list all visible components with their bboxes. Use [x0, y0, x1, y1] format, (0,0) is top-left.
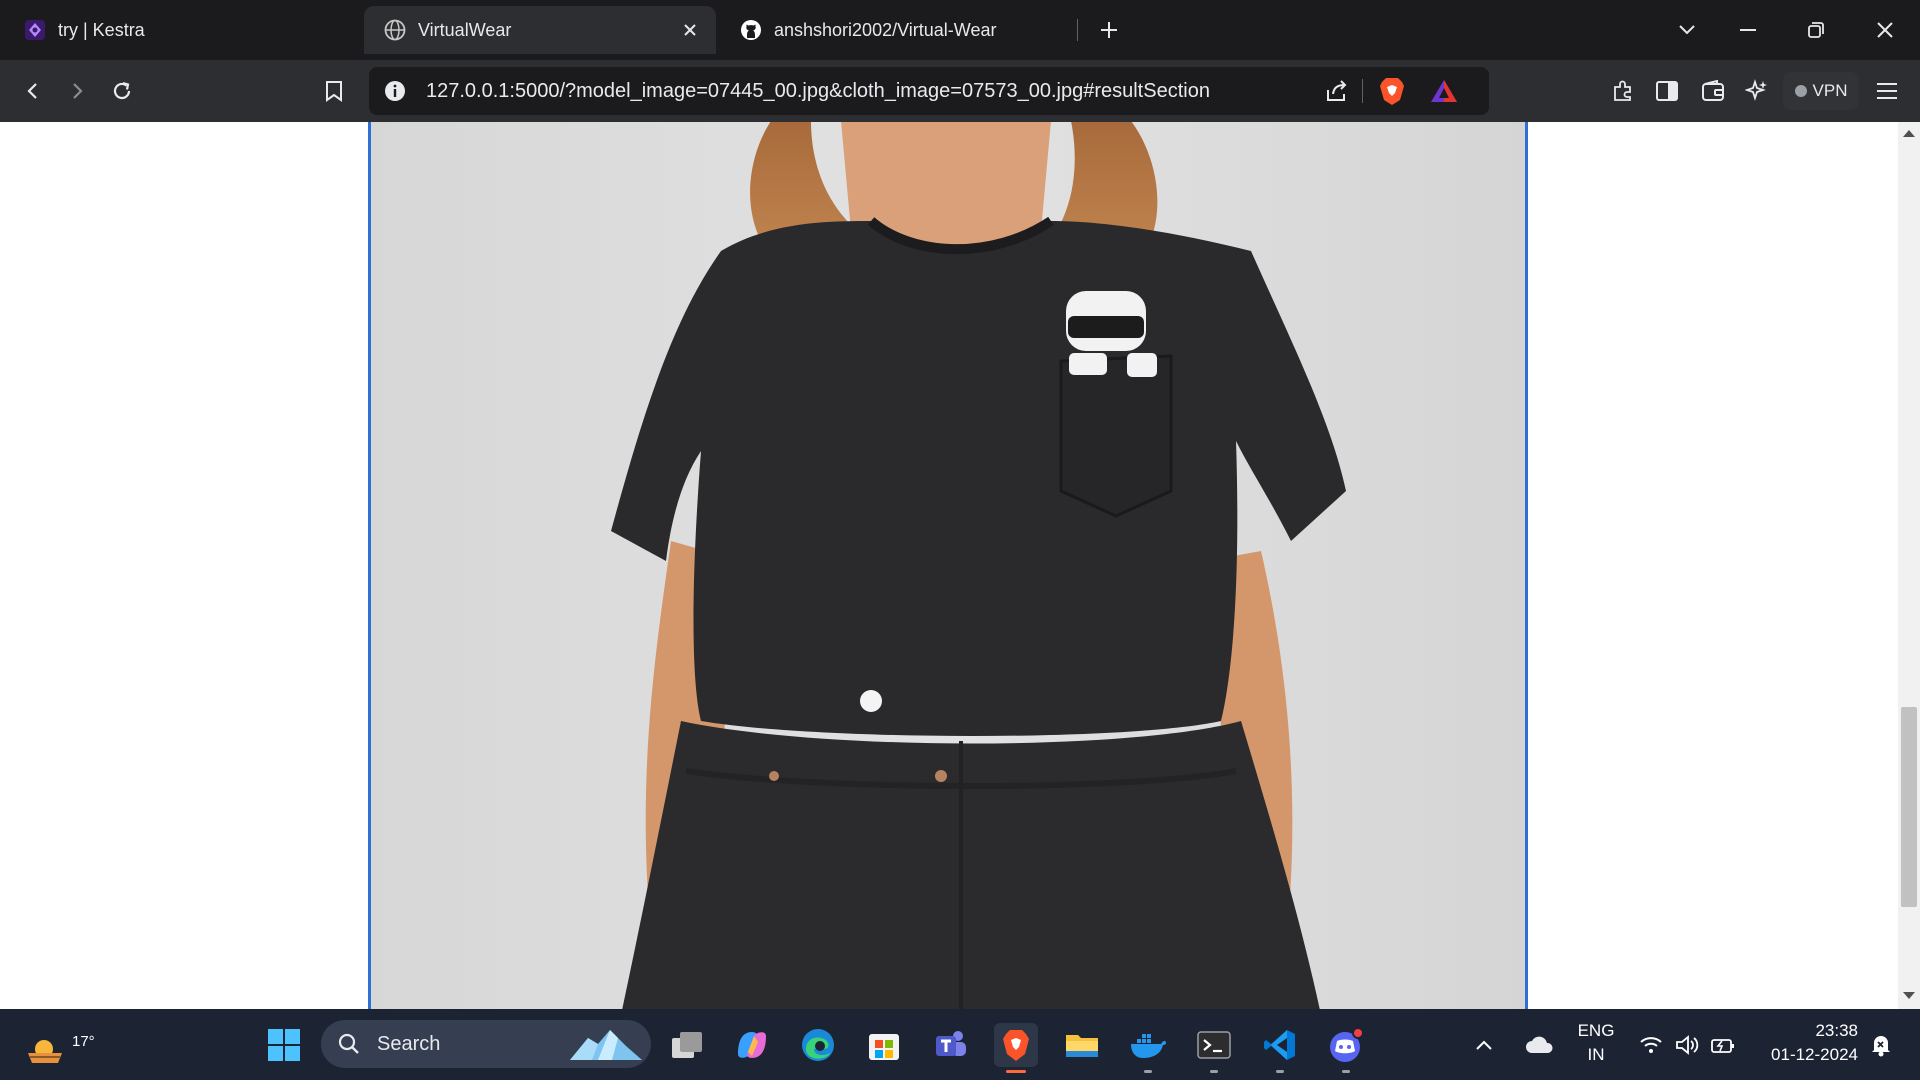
search-highlight-icon [570, 1030, 642, 1060]
restore-button[interactable] [1792, 10, 1840, 50]
vpn-button[interactable]: VPN [1783, 72, 1859, 110]
language-indicator-bottom[interactable]: IN [1574, 1045, 1618, 1065]
new-tab-button[interactable] [1093, 14, 1125, 46]
close-tab-icon[interactable] [678, 18, 702, 42]
weather-temperature: 17° [72, 1033, 95, 1050]
leo-ai-icon[interactable] [1738, 72, 1776, 110]
bookmark-icon[interactable] [315, 72, 353, 110]
result-image-frame [368, 122, 1528, 1009]
weather-icon [28, 1040, 62, 1063]
windows-taskbar: 17° Search ENG IN 23:38 01-12-2024 [0, 1009, 1920, 1080]
scrollbar-thumb[interactable] [1901, 707, 1917, 907]
minimize-button[interactable] [1724, 10, 1772, 50]
tab-kestra[interactable]: try | Kestra [4, 6, 360, 54]
tab-title: try | Kestra [58, 19, 145, 40]
close-window-button[interactable] [1861, 10, 1909, 50]
tab-search-chevron-down-icon[interactable] [1663, 10, 1711, 50]
extensions-icon[interactable] [1604, 72, 1642, 110]
weather-widget[interactable]: 17° [24, 1021, 95, 1069]
menu-icon[interactable] [1868, 72, 1906, 110]
search-icon [338, 1033, 359, 1054]
file-explorer-icon[interactable] [1060, 1023, 1104, 1067]
running-indicator [1144, 1070, 1152, 1073]
brave-shields-icon[interactable] [1378, 76, 1406, 106]
task-view-icon[interactable] [665, 1023, 709, 1067]
clock-time[interactable]: 23:38 [1758, 1021, 1858, 1041]
sidebar-icon[interactable] [1648, 72, 1686, 110]
brave-rewards-icon[interactable] [1430, 78, 1458, 104]
result-try-on-image [371, 122, 1525, 1009]
running-indicator [1276, 1070, 1284, 1073]
running-indicator [1210, 1070, 1218, 1073]
tab-divider [1077, 19, 1078, 41]
wifi-icon[interactable] [1634, 1023, 1668, 1067]
clock-date[interactable]: 01-12-2024 [1758, 1045, 1858, 1065]
vpn-status-icon [1794, 85, 1807, 97]
taskbar-search-box[interactable]: Search [321, 1020, 651, 1068]
notification-bell-icon[interactable] [1864, 1023, 1898, 1067]
microsoft-store-icon[interactable] [862, 1023, 906, 1067]
vscode-icon[interactable] [1258, 1023, 1302, 1073]
vpn-label: VPN [1812, 81, 1848, 100]
search-placeholder: Search [377, 1033, 441, 1055]
back-button[interactable] [14, 72, 52, 110]
scroll-up-arrow-icon[interactable] [1903, 130, 1915, 137]
tab-github[interactable]: anshshori2002/Virtual-Wear [720, 6, 1076, 54]
wallet-icon[interactable] [1694, 72, 1732, 110]
edge-icon[interactable] [796, 1023, 840, 1067]
teams-icon[interactable] [928, 1023, 972, 1067]
address-bar[interactable]: 127.0.0.1:5000/?model_image=07445_00.jpg… [369, 67, 1489, 115]
browser-toolbar: 127.0.0.1:5000/?model_image=07445_00.jpg… [0, 60, 1920, 122]
show-hidden-icons-chevron-up-icon[interactable] [1468, 1023, 1500, 1067]
address-bar-divider [1362, 79, 1363, 103]
tab-title: VirtualWear [418, 19, 512, 40]
docker-icon[interactable] [1126, 1023, 1170, 1073]
tab-title: anshshori2002/Virtual-Wear [774, 19, 997, 40]
github-icon [740, 19, 762, 41]
globe-icon [384, 19, 406, 41]
terminal-icon[interactable] [1192, 1023, 1236, 1073]
discord-icon[interactable] [1324, 1023, 1368, 1073]
site-info-icon[interactable] [383, 79, 407, 103]
running-indicator [1006, 1070, 1026, 1073]
copilot-icon[interactable] [730, 1023, 774, 1067]
page-scrollbar[interactable] [1898, 122, 1920, 1009]
forward-button[interactable] [58, 72, 96, 110]
share-icon[interactable] [1324, 78, 1350, 104]
brave-browser-taskbar-icon[interactable] [994, 1023, 1038, 1073]
volume-icon[interactable] [1670, 1023, 1704, 1067]
scroll-down-arrow-icon[interactable] [1903, 992, 1915, 999]
language-indicator-top[interactable]: ENG [1574, 1021, 1618, 1041]
page-viewport [0, 122, 1898, 1009]
kestra-icon [24, 19, 46, 41]
battery-icon[interactable] [1706, 1023, 1740, 1067]
windows-start-icon[interactable] [262, 1023, 306, 1067]
onedrive-cloud-icon[interactable] [1520, 1023, 1558, 1067]
url-text[interactable]: 127.0.0.1:5000/?model_image=07445_00.jpg… [426, 80, 1210, 103]
tab-virtualwear[interactable]: VirtualWear [364, 6, 716, 54]
running-indicator [1342, 1070, 1350, 1073]
tab-strip: try | Kestra VirtualWear anshshori2002/V… [0, 0, 1920, 60]
reload-button[interactable] [103, 72, 141, 110]
